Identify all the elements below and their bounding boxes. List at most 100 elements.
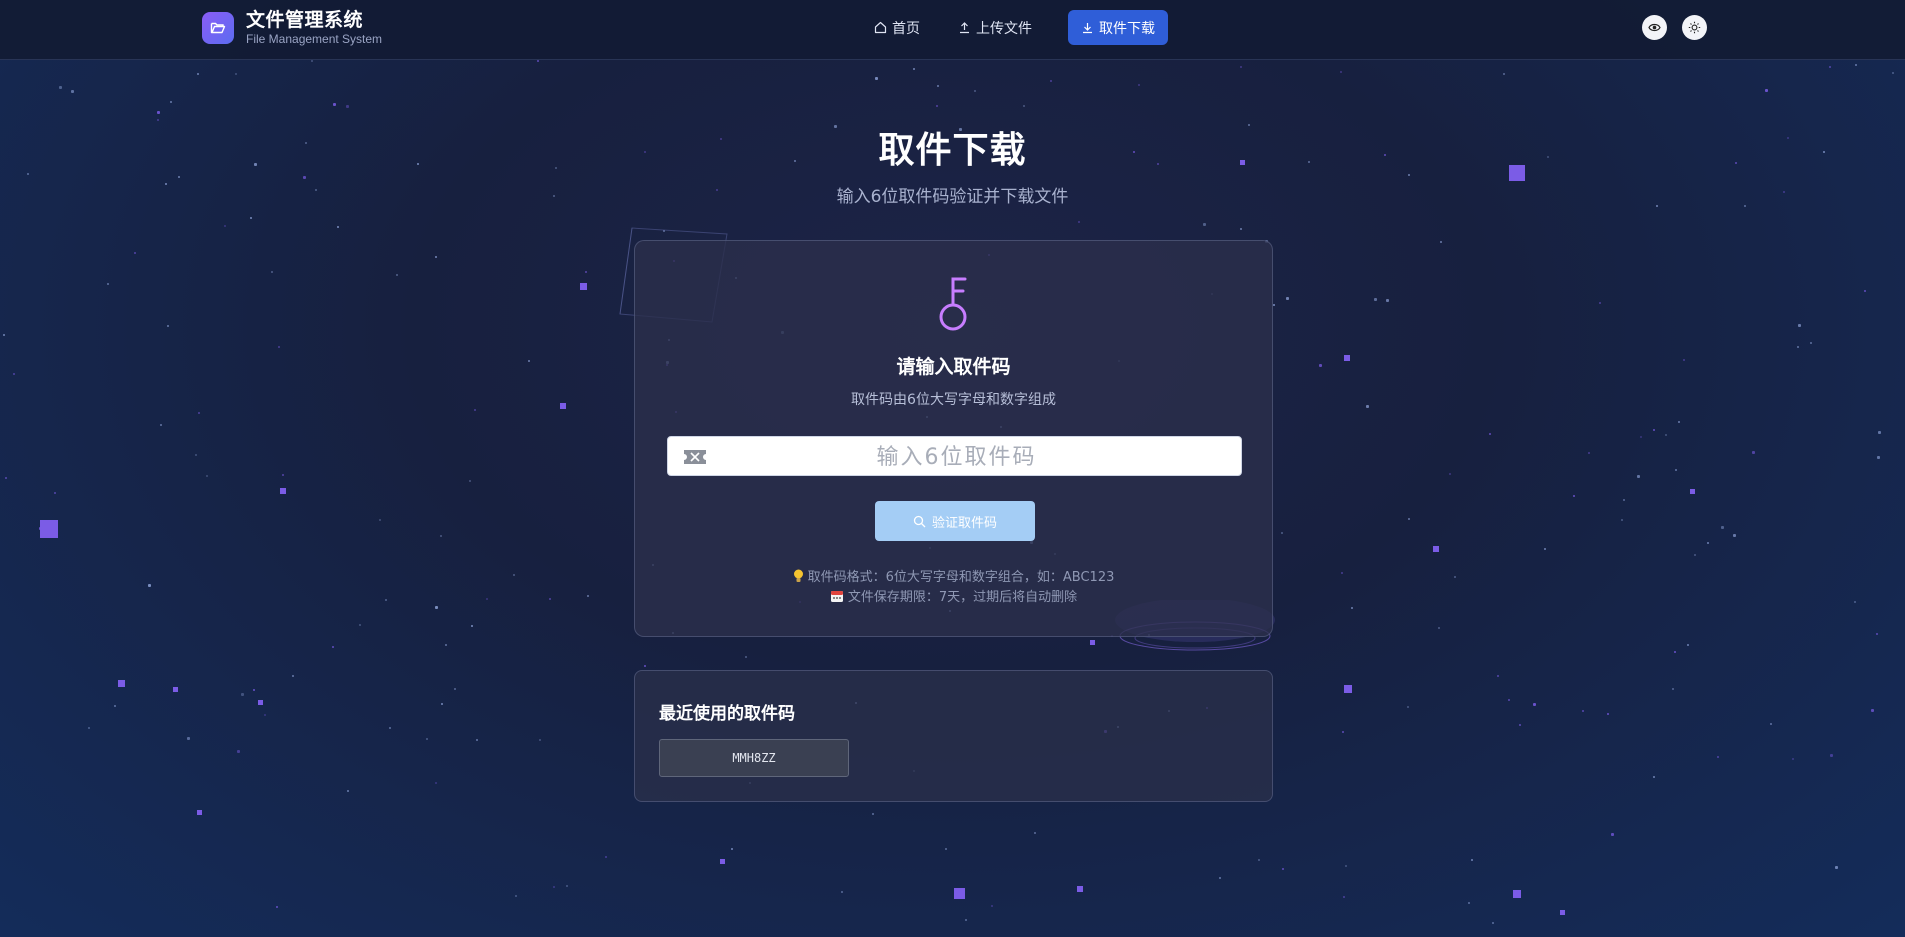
star-dot [359, 624, 361, 626]
star-dot [250, 217, 252, 219]
star-dot [1138, 84, 1140, 86]
star-dot [1876, 633, 1878, 635]
star-dot [134, 252, 136, 254]
star-dot [157, 111, 160, 114]
nav-download[interactable]: 取件下载 [1068, 10, 1168, 45]
star-dot [1240, 66, 1242, 68]
star-decoration [258, 700, 263, 705]
brand-subtitle: File Management System [246, 32, 383, 46]
star-dot [1878, 431, 1881, 434]
star-dot [1408, 174, 1410, 176]
star-dot [1871, 709, 1874, 712]
star-dot [1023, 105, 1025, 107]
theme-toggle-button[interactable] [1682, 15, 1707, 40]
star-dot [587, 595, 589, 597]
star-dot [1733, 534, 1736, 537]
star-dot [148, 584, 151, 587]
star-dot [872, 813, 874, 815]
recent-code-item[interactable]: MMH8ZZ [659, 739, 849, 777]
pickup-code-field[interactable] [667, 436, 1245, 477]
star-dot [1497, 675, 1499, 677]
star-dot [1637, 475, 1640, 478]
star-dot [271, 271, 273, 273]
verify-code-button[interactable]: 验证取件码 [875, 501, 1035, 541]
star-dot [237, 750, 240, 753]
star-decoration [1077, 886, 1083, 892]
star-dot [1386, 299, 1389, 302]
star-dot [1286, 297, 1289, 300]
nav-upload[interactable]: 上传文件 [946, 10, 1044, 45]
star-dot [337, 226, 339, 228]
star-decoration [1344, 685, 1352, 693]
star-dot [435, 256, 437, 258]
star-decoration [118, 680, 125, 687]
visibility-toggle-button[interactable] [1642, 15, 1667, 40]
pickup-code-input[interactable] [668, 437, 1245, 477]
star-dot [1351, 607, 1353, 609]
brand[interactable]: 文件管理系统 File Management System [202, 11, 382, 45]
verify-code-label: 验证取件码 [931, 515, 997, 531]
star-dot [396, 274, 398, 276]
pickup-code-card: 请输入取件码 取件码由6位大写字母和数字组成 验证取件码 取件码格式：6位大写字… [634, 240, 1273, 637]
star-decoration [1513, 890, 1521, 898]
star-dot [974, 90, 976, 92]
star-dot [875, 77, 878, 80]
star-dot [745, 656, 747, 658]
star-dot [945, 848, 947, 850]
star-dot [731, 848, 733, 850]
star-dot [27, 173, 29, 175]
star-dot [471, 625, 473, 627]
star-dot [936, 105, 938, 107]
star-dot [1582, 710, 1584, 712]
star-dot [160, 424, 162, 426]
star-dot [1449, 473, 1451, 475]
star-dot [347, 790, 349, 792]
expiry-tip-text: 文件保存期限：7天，过期后将自动删除 [847, 590, 1078, 605]
nav-upload-label: 上传文件 [976, 20, 1032, 37]
star-dot [1674, 651, 1676, 653]
star-dot [1341, 572, 1343, 574]
star-decoration [280, 488, 286, 494]
nav-home[interactable]: 首页 [862, 10, 932, 45]
expiry-tip: 文件保存期限：7天，过期后将自动删除 [635, 586, 1272, 607]
star-dot [197, 73, 199, 75]
star-dot [54, 492, 56, 494]
star-dot [1440, 241, 1442, 243]
star-dot [1273, 304, 1275, 306]
star-dot [1438, 627, 1440, 629]
star-dot [1640, 436, 1642, 438]
star-dot [379, 519, 381, 521]
star-dot [1607, 713, 1609, 715]
star-dot [1810, 342, 1812, 344]
star-dot [1219, 877, 1221, 879]
star-dot [1770, 723, 1772, 725]
star-dot [1407, 706, 1409, 708]
star-dot [3, 334, 5, 336]
star-dot [435, 606, 438, 609]
star-dot [440, 535, 442, 537]
star-dot [198, 412, 200, 414]
folder-open-icon [202, 12, 234, 44]
sun-icon [1688, 21, 1701, 34]
star-dot [1752, 451, 1755, 454]
star-dot [1374, 298, 1377, 301]
star-dot [1892, 72, 1894, 74]
card-subtitle: 取件码由6位大写字母和数字组成 [851, 392, 1056, 408]
star-dot [937, 85, 939, 87]
star-dot [1683, 359, 1685, 361]
star-dot [469, 480, 471, 482]
star-dot [1792, 758, 1794, 760]
star-dot [13, 373, 15, 375]
star-dot [1653, 776, 1655, 778]
star-dot [1830, 754, 1833, 757]
star-decoration [954, 888, 965, 899]
star-dot [1508, 699, 1510, 701]
star-dot [1877, 456, 1880, 459]
star-dot [167, 325, 169, 327]
star-dot [278, 346, 280, 348]
star-dot [1621, 519, 1623, 521]
star-dot [1319, 364, 1322, 367]
star-dot [1454, 576, 1456, 578]
star-dot [292, 675, 294, 677]
star-dot [1678, 421, 1680, 423]
